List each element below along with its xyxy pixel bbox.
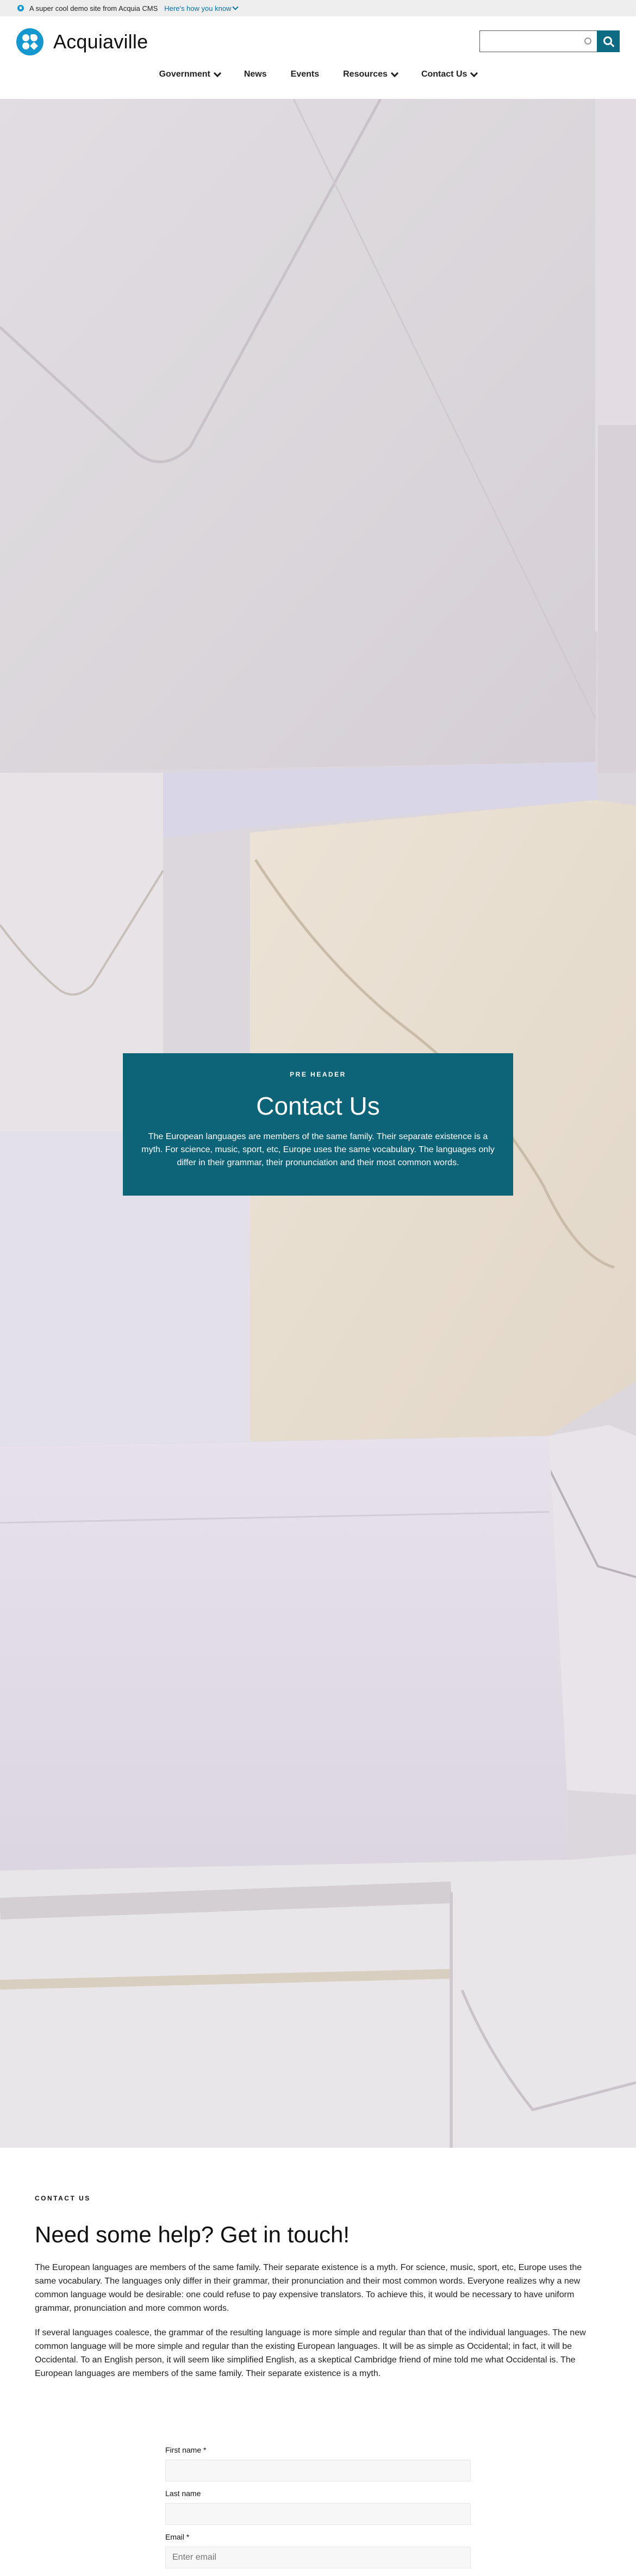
email-field-group: Email * — [165, 2533, 471, 2568]
nav-item-label: Government — [159, 70, 210, 79]
body-paragraph: If several languages coalesce, the gramm… — [35, 2328, 586, 2378]
announcement-link[interactable]: Here's how you know — [164, 4, 239, 12]
first-name-field-group: First name * — [165, 2446, 471, 2481]
hero-card: PRE HEADER Contact Us The European langu… — [123, 1053, 513, 1196]
pre-header: PRE HEADER — [290, 1071, 346, 1078]
info-icon — [17, 5, 24, 11]
contact-intro: CONTACT US Need some help? Get in touch!… — [35, 2194, 602, 2380]
site-header: Acquiaville — [0, 16, 636, 66]
logo-icon — [16, 28, 43, 55]
site-logo[interactable]: Acquiaville — [16, 28, 148, 55]
hero-title: Contact Us — [256, 1092, 380, 1120]
search-icon — [603, 36, 612, 45]
nav-item-resources[interactable]: Resources — [331, 69, 409, 79]
last-name-field-group: Last name — [165, 2489, 471, 2525]
search-form — [479, 30, 620, 52]
site-name: Acquiaville — [53, 30, 148, 53]
nav-item-government[interactable]: Government — [147, 69, 232, 79]
section-eyebrow: CONTACT US — [35, 2194, 91, 2202]
nav-item-events[interactable]: Events — [279, 70, 331, 79]
email-label: Email * — [165, 2533, 190, 2541]
chevron-down-icon — [213, 69, 221, 78]
main-nav: Government News Events Resources Contact… — [0, 66, 636, 99]
chevron-down-icon — [470, 69, 478, 78]
contact-form: First name * Last name Email * — [165, 2446, 471, 2576]
first-name-label: First name * — [165, 2446, 207, 2454]
announcement-link-label: Here's how you know — [164, 4, 232, 12]
clear-icon[interactable] — [584, 37, 591, 45]
nav-item-label: Events — [290, 70, 320, 79]
nav-item-label: Resources — [343, 70, 388, 79]
nav-item-news[interactable]: News — [232, 70, 279, 79]
chevron-down-icon — [390, 69, 399, 78]
hero-banner: PRE HEADER Contact Us The European langu… — [0, 99, 636, 2148]
last-name-label: Last name — [165, 2489, 201, 2498]
announcement-bar: A super cool demo site from Acquia CMS H… — [0, 0, 636, 16]
nav-item-label: News — [244, 70, 267, 79]
chevron-down-icon — [232, 4, 239, 10]
nav-item-contact-us[interactable]: Contact Us — [409, 69, 489, 79]
last-name-input[interactable] — [165, 2503, 471, 2525]
search-input[interactable] — [479, 30, 597, 52]
section-heading: Need some help? Get in touch! — [35, 2222, 350, 2247]
body-paragraph: The European languages are members of th… — [35, 2263, 582, 2313]
first-name-input[interactable] — [165, 2460, 471, 2481]
nav-item-label: Contact Us — [421, 70, 467, 79]
hero-description: The European languages are members of th… — [141, 1132, 495, 1167]
email-input[interactable] — [165, 2547, 471, 2568]
search-button[interactable] — [597, 30, 620, 52]
announcement-text: A super cool demo site from Acquia CMS — [29, 4, 158, 12]
